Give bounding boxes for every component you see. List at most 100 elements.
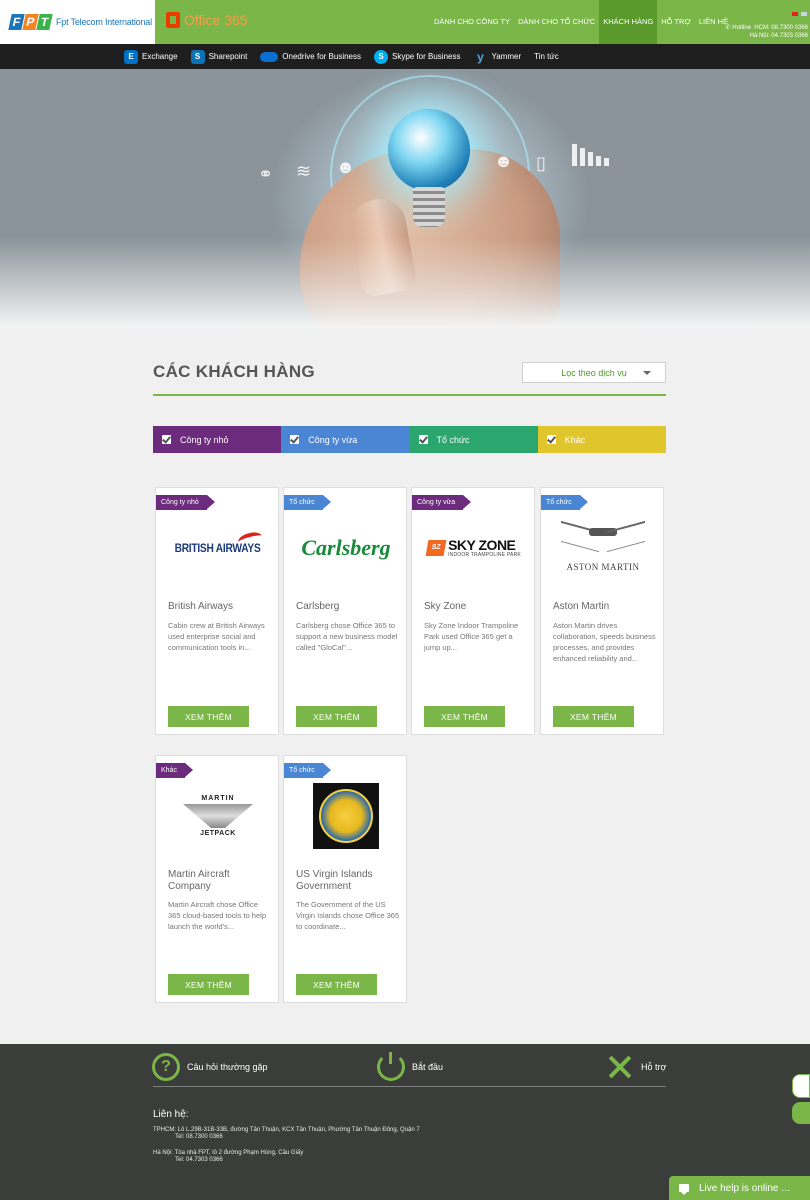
category-medium-company[interactable]: Công ty vừa xyxy=(281,426,410,453)
card-title: British Airways xyxy=(168,601,234,612)
nav-for-organization[interactable]: DÀNH CHO TỔ CHỨC xyxy=(514,0,599,44)
read-more-button[interactable]: XEM THÊM xyxy=(168,706,249,727)
live-help-label: Live help is online ... xyxy=(699,1182,790,1194)
checkbox-checked-icon[interactable] xyxy=(162,435,171,444)
hcm-tel: Tel: 08.7300 0366 xyxy=(175,1134,223,1140)
checkbox-checked-icon[interactable] xyxy=(546,435,556,444)
language-flags xyxy=(792,12,807,16)
office365-icon xyxy=(166,12,180,28)
page-title: CÁC KHÁCH HÀNG xyxy=(153,362,315,381)
subnav-label: Onedrive for Business xyxy=(282,52,361,61)
back-to-top-button[interactable] xyxy=(792,1102,810,1124)
fpt-letter-t: T xyxy=(36,14,53,30)
phone-icon: ✆ xyxy=(725,25,731,31)
card-title: Aston Martin xyxy=(553,601,610,612)
hotline: ✆ Hotline HCM: 08.7300 0366 Hà Nội: 04.7… xyxy=(726,24,808,40)
aston-martin-wings-icon xyxy=(561,524,645,550)
hn-address: Hà Nội: Tòa nhà FPT, lô 2 đường Phạm Hùn… xyxy=(153,1150,304,1156)
office365-label: Office 365 xyxy=(184,12,248,28)
logo-subtext: INDOOR TRAMPOLINE PARK xyxy=(448,551,521,558)
card-description: Aston Martin drives collaboration, speed… xyxy=(553,621,656,663)
hotline-hn: Hà Nội: 04.7303 0366 xyxy=(749,33,808,39)
flag-vn-icon[interactable] xyxy=(792,12,798,16)
service-filter-dropdown[interactable]: Lọc theo dịch vụ xyxy=(522,362,666,383)
main-nav: DÀNH CHO CÔNG TY DÀNH CHO TỔ CHỨC KHÁCH … xyxy=(430,0,732,44)
footer-start-label: Bắt đầu xyxy=(412,1062,444,1072)
fpt-mark-icon: F P T xyxy=(8,14,53,30)
jetpack-wings-icon xyxy=(183,804,253,828)
footer-faq-label: Câu hỏi thường gặp xyxy=(187,1062,268,1072)
subnav-label: Exchange xyxy=(142,52,178,61)
footer-support-link[interactable]: Hỗ trợ xyxy=(606,1053,666,1081)
subnav-skype[interactable]: S Skype for Business xyxy=(374,49,460,64)
category-label: Công ty vừa xyxy=(308,434,358,445)
exchange-icon: E xyxy=(124,49,138,64)
chevron-down-icon xyxy=(643,371,651,375)
subnav-onedrive[interactable]: Onedrive for Business xyxy=(260,51,361,62)
sharepoint-icon: S xyxy=(190,49,205,64)
hotline-label: Hotline xyxy=(732,25,751,31)
category-organization[interactable]: Tổ chức xyxy=(409,426,538,453)
usvi-seal-logo xyxy=(294,781,398,851)
customer-card-aston-martin: Tổ chức ASTON MARTIN Aston Martin Aston … xyxy=(540,487,664,735)
bar-graph-icon xyxy=(572,144,609,166)
carlsberg-logo: Carlsberg xyxy=(294,513,398,583)
category-label: Công ty nhỏ xyxy=(180,434,229,445)
people-icon: ☻ xyxy=(336,157,355,177)
card-tag: Tổ chức xyxy=(284,495,331,510)
sky-zone-icon: SZ xyxy=(425,540,447,556)
read-more-button[interactable]: XEM THÊM xyxy=(424,706,505,727)
subnav-label: Sharepoint xyxy=(208,52,248,61)
card-description: Carlsberg chose Office 365 to support a … xyxy=(296,621,398,652)
read-more-button[interactable]: XEM THÊM xyxy=(296,974,377,995)
card-description: Cabin crew at British Airways used enter… xyxy=(168,621,265,652)
bulb-base-image xyxy=(413,187,445,227)
nav-support[interactable]: HỖ TRỢ xyxy=(657,0,695,44)
yammer-icon: y xyxy=(477,49,484,64)
hero-banner: ⚭ ≋ ☻ ☻ ▯ xyxy=(0,69,810,328)
customer-card-usvi-government: Tổ chức US Virgin Islands Government The… xyxy=(283,755,407,1003)
subnav-label: Yammer xyxy=(491,52,522,61)
read-more-button[interactable]: XEM THÊM xyxy=(553,706,634,727)
nav-for-company[interactable]: DÀNH CHO CÔNG TY xyxy=(430,0,514,44)
footer-faq-link[interactable]: ? Câu hỏi thường gặp xyxy=(152,1053,267,1081)
customer-card-carlsberg: Tổ chức Carlsberg Carlsberg Carlsberg ch… xyxy=(283,487,407,735)
subnav-sharepoint[interactable]: S Sharepoint xyxy=(190,49,248,64)
contact-title: Liên hệ: xyxy=(153,1109,189,1120)
onedrive-icon xyxy=(260,51,279,62)
wifi-icon: ≋ xyxy=(296,161,312,181)
filter-label: Lọc theo dịch vụ xyxy=(561,367,627,378)
card-description: Sky Zone Indoor Trampoline Park used Off… xyxy=(424,621,519,652)
fpt-logo[interactable]: F P T Fpt Telecom International xyxy=(0,0,155,44)
footer-start-link[interactable]: Bắt đầu xyxy=(377,1052,444,1081)
read-more-button[interactable]: XEM THÊM xyxy=(168,974,249,995)
people-group-icon: ☻ xyxy=(494,151,513,171)
card-tag: Tổ chức xyxy=(284,763,331,778)
live-help-chat-bar[interactable]: Live help is online ... xyxy=(669,1176,810,1200)
checkbox-checked-icon[interactable] xyxy=(418,435,428,444)
card-description: Martin Aircraft chose Office 365 cloud-b… xyxy=(168,900,266,931)
office365-logo[interactable]: Office 365 xyxy=(166,12,248,28)
globe-bulb-image xyxy=(388,109,470,191)
checkbox-checked-icon[interactable] xyxy=(290,435,300,444)
aston-martin-logo: ASTON MARTIN xyxy=(551,513,655,583)
customer-card-british-airways: Công ty nhỏ BRITISH AIRWAYS British Airw… xyxy=(155,487,279,735)
category-other[interactable]: Khác xyxy=(537,426,666,453)
subnav-news[interactable]: Tin tức xyxy=(534,52,559,61)
subnav-yammer[interactable]: y Yammer xyxy=(473,50,521,64)
flag-en-icon[interactable] xyxy=(801,12,807,16)
customer-card-sky-zone: Công ty vừa SZ SKY ZONE INDOOR TRAMPOLIN… xyxy=(411,487,535,735)
read-more-button[interactable]: XEM THÊM xyxy=(296,706,377,727)
nav-customers[interactable]: KHÁCH HÀNG xyxy=(599,0,658,44)
hn-tel: Tel: 04.7303 0366 xyxy=(175,1157,223,1163)
category-small-company[interactable]: Công ty nhỏ xyxy=(153,426,282,453)
tools-icon xyxy=(606,1053,634,1081)
logo-text: MARTIN xyxy=(201,795,235,802)
category-label: Khác xyxy=(564,434,586,445)
card-title: Martin Aircraft Company xyxy=(168,869,230,892)
skype-icon: S xyxy=(374,49,388,64)
side-chat-widget[interactable] xyxy=(792,1074,810,1098)
subnav-exchange[interactable]: E Exchange xyxy=(124,49,178,64)
logo-text: ASTON MARTIN xyxy=(566,562,640,572)
footer-divider xyxy=(153,1086,666,1087)
